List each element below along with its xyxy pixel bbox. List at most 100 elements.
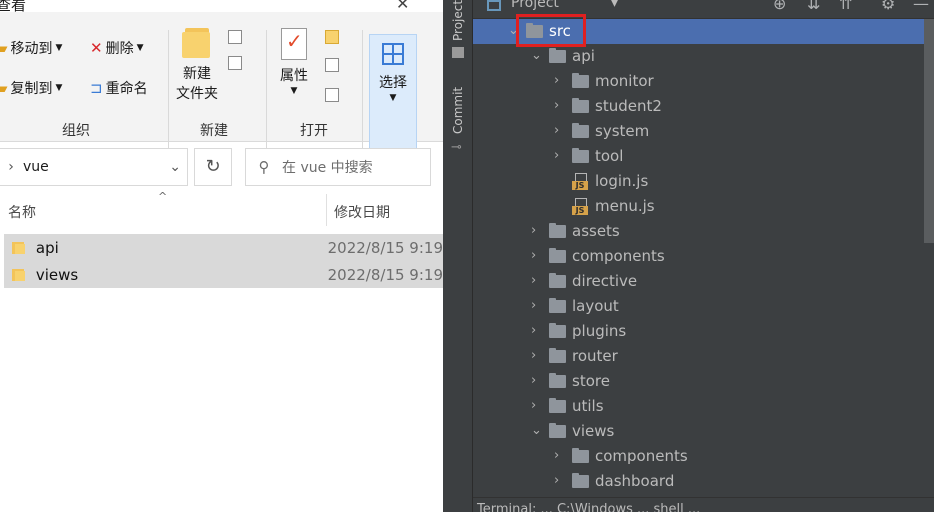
delete-button[interactable]: ✕ 删除 ▼ — [90, 38, 144, 58]
tree-row[interactable]: › components — [473, 244, 934, 269]
tree-row[interactable]: › utils — [473, 394, 934, 419]
tree-row[interactable]: › assets — [473, 219, 934, 244]
easy-access-icon[interactable] — [228, 56, 242, 70]
column-header-modified[interactable]: 修改日期 — [334, 202, 390, 222]
tree-row[interactable]: › monitor — [473, 69, 934, 94]
file-row[interactable]: api 2022/8/15 9:19 — [4, 234, 443, 261]
chevron-right-icon[interactable]: › — [531, 299, 545, 313]
tree-item-label: system — [595, 122, 650, 140]
new-folder-button[interactable]: 新建 文件夹 — [175, 28, 219, 104]
tree-item-label: components — [595, 447, 688, 465]
tree-row[interactable]: ⌄ api — [473, 44, 934, 69]
tree-row[interactable]: › tool — [473, 144, 934, 169]
folder-icon — [549, 398, 566, 413]
gear-icon[interactable]: ⚙ — [881, 0, 895, 13]
tree-row[interactable]: JS login.js — [473, 169, 934, 194]
new-folder-icon — [182, 28, 210, 58]
tree-row[interactable]: › student2 — [473, 94, 934, 119]
new-item-icon[interactable] — [228, 30, 242, 44]
minimize-icon[interactable]: — — [913, 0, 929, 13]
folder-icon — [549, 323, 566, 338]
address-bar[interactable]: › vue ⌄ — [0, 148, 188, 186]
javascript-file-icon: JS — [572, 173, 588, 190]
chevron-right-icon[interactable]: › — [554, 474, 568, 488]
rename-label: 重命名 — [105, 81, 148, 97]
expand-all-icon[interactable]: ⇊ — [807, 0, 820, 13]
folder-icon — [572, 148, 589, 163]
chevron-right-icon[interactable]: › — [531, 399, 545, 413]
panel-title[interactable]: Project — [511, 0, 559, 11]
ribbon-divider — [362, 30, 363, 148]
tree-row[interactable]: › components — [473, 444, 934, 469]
chevron-right-icon[interactable]: › — [531, 224, 545, 238]
edit-icon[interactable] — [325, 58, 339, 72]
folder-icon — [12, 241, 25, 254]
folder-icon — [549, 48, 566, 63]
tree-item-label: views — [572, 422, 615, 440]
chevron-right-icon[interactable]: › — [531, 349, 545, 363]
project-tool-tab[interactable]: Project — [447, 0, 469, 41]
tree-item-label: layout — [572, 297, 619, 315]
chevron-right-icon[interactable]: › — [554, 74, 568, 88]
tree-row[interactable]: › directive — [473, 269, 934, 294]
select-button[interactable]: 选择 ▼ — [369, 34, 417, 150]
chevron-right-icon[interactable]: › — [531, 324, 545, 338]
chevron-right-icon[interactable]: › — [554, 149, 568, 163]
locate-icon[interactable]: ⊕ — [773, 0, 786, 13]
chevron-down-icon: ▼ — [55, 43, 63, 53]
folder-icon — [12, 268, 25, 281]
chevron-right-icon[interactable]: › — [531, 249, 545, 263]
scrollbar[interactable] — [924, 19, 934, 243]
folder-icon — [549, 373, 566, 388]
tool-window-strip: Project Commit ⊸ — [443, 0, 473, 512]
column-divider[interactable] — [326, 194, 327, 226]
sort-arrow-icon: ^ — [158, 190, 168, 203]
ribbon-divider — [266, 30, 267, 148]
file-row[interactable]: views 2022/8/15 9:19 — [4, 261, 443, 288]
tree-item-label: assets — [572, 222, 620, 240]
search-input[interactable]: 在 vue 中搜索 — [282, 157, 373, 177]
chevron-down-icon[interactable]: ▾ — [611, 0, 618, 11]
chevron-right-icon[interactable]: › — [554, 99, 568, 113]
chevron-right-icon[interactable]: › — [554, 449, 568, 463]
tree-item-label: tool — [595, 147, 624, 165]
chevron-right-icon[interactable]: › — [554, 124, 568, 138]
tree-item-label: utils — [572, 397, 604, 415]
commit-tool-tab[interactable]: Commit — [447, 84, 469, 136]
rename-button[interactable]: ⊐ 重命名 — [90, 78, 148, 98]
history-icon[interactable] — [325, 88, 339, 102]
file-modified: 2022/8/15 9:19 — [327, 265, 443, 284]
tree-row[interactable]: › plugins — [473, 319, 934, 344]
folder-icon — [572, 98, 589, 113]
tree-row[interactable]: › store — [473, 369, 934, 394]
tree-item-label: monitor — [595, 72, 654, 90]
tree-row[interactable]: › system — [473, 119, 934, 144]
highlight-box — [516, 14, 586, 47]
properties-button[interactable]: 属性 ▼ — [276, 28, 312, 96]
copy-to-button[interactable]: ▰ 复制到 ▼ — [0, 78, 62, 98]
tree-row[interactable]: ⌄ views — [473, 419, 934, 444]
select-icon — [382, 43, 404, 65]
chevron-down-icon[interactable]: ⌄ — [169, 159, 181, 175]
open-icon[interactable] — [325, 30, 339, 44]
chevron-down-icon[interactable]: ⌄ — [531, 424, 545, 438]
collapse-all-icon[interactable]: ⇈ — [839, 0, 852, 13]
chevron-right-icon[interactable]: › — [531, 274, 545, 288]
column-header-name[interactable]: 名称 — [8, 202, 36, 222]
chevron-down-icon: ▼ — [290, 86, 298, 96]
tree-row[interactable]: › layout — [473, 294, 934, 319]
terminal-tab[interactable]: Terminal: ... C:\Windows ... shell ... — [477, 502, 700, 512]
chevron-right-icon[interactable]: › — [531, 374, 545, 388]
tree-item-label: menu.js — [595, 197, 655, 215]
move-to-button[interactable]: ▰ 移动到 ▼ — [0, 38, 62, 58]
folder-icon — [572, 448, 589, 463]
refresh-button[interactable]: ↻ — [194, 148, 232, 186]
tree-row[interactable]: JS menu.js — [473, 194, 934, 219]
commit-icon: ⊸ — [451, 140, 462, 155]
chevron-down-icon[interactable]: ⌄ — [531, 49, 545, 63]
tree-row[interactable]: › dashboard — [473, 469, 934, 494]
search-box[interactable]: ⚲ 在 vue 中搜索 — [245, 148, 431, 186]
move-to-icon: ▰ — [0, 39, 8, 57]
javascript-file-icon: JS — [572, 198, 588, 215]
tree-row[interactable]: › router — [473, 344, 934, 369]
